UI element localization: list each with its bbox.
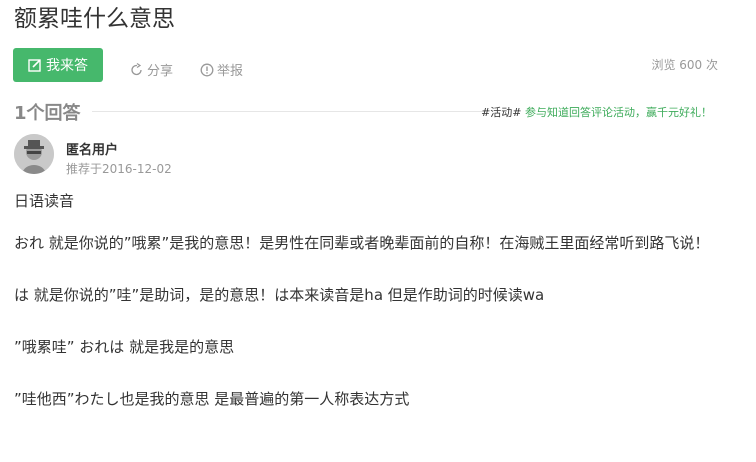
activity-link[interactable]: 参与知道回答评论活动，赢千元好礼！ (525, 106, 712, 119)
recommend-date: 推荐于2016-12-02 (66, 162, 172, 176)
view-count: 浏览 600 次 (651, 58, 718, 72)
answer-button-label: 我来答 (46, 58, 88, 74)
answer-content: 日语读音 おれ 就是你说的”哦累”是我的意思！是男性在同辈或者晚辈面前的自称！在… (14, 188, 724, 412)
activity-tag: #活动# (481, 106, 522, 119)
answer-paragraph: は 就是你说的”哇”是助词，是的意思！は本来读音是ha 但是作助词的时候读wa (14, 286, 545, 304)
answer-paragraph: おれ 就是你说的”哦累”是我的意思！是男性在同辈或者晚辈面前的自称！在海贼王里面… (14, 234, 710, 252)
anonymous-avatar-icon (14, 134, 54, 174)
report-icon (200, 63, 214, 77)
edit-icon (28, 58, 42, 72)
report-label: 举报 (217, 64, 244, 79)
share-button[interactable]: 分享 (130, 60, 173, 79)
answer-count-heading: 1个回答 (14, 103, 81, 124)
answer-paragraph: ”哇他西”わたし也是我的意思 是最普遍的第一人称表达方式 (14, 390, 410, 408)
activity-banner[interactable]: #活动# 参与知道回答评论活动，赢千元好礼！ (481, 104, 712, 120)
share-label: 分享 (147, 64, 174, 79)
section-divider (92, 111, 486, 112)
report-button[interactable]: 举报 (200, 60, 243, 79)
answer-paragraph: 日语读音 (14, 192, 75, 210)
answer-button[interactable]: 我来答 (13, 48, 103, 82)
question-title: 额累哇什么意思 (14, 6, 175, 32)
share-icon (130, 62, 144, 77)
author-name[interactable]: 匿名用户 (66, 139, 118, 158)
answer-paragraph: ”哦累哇” おれは 就是我是的意思 (14, 338, 235, 356)
